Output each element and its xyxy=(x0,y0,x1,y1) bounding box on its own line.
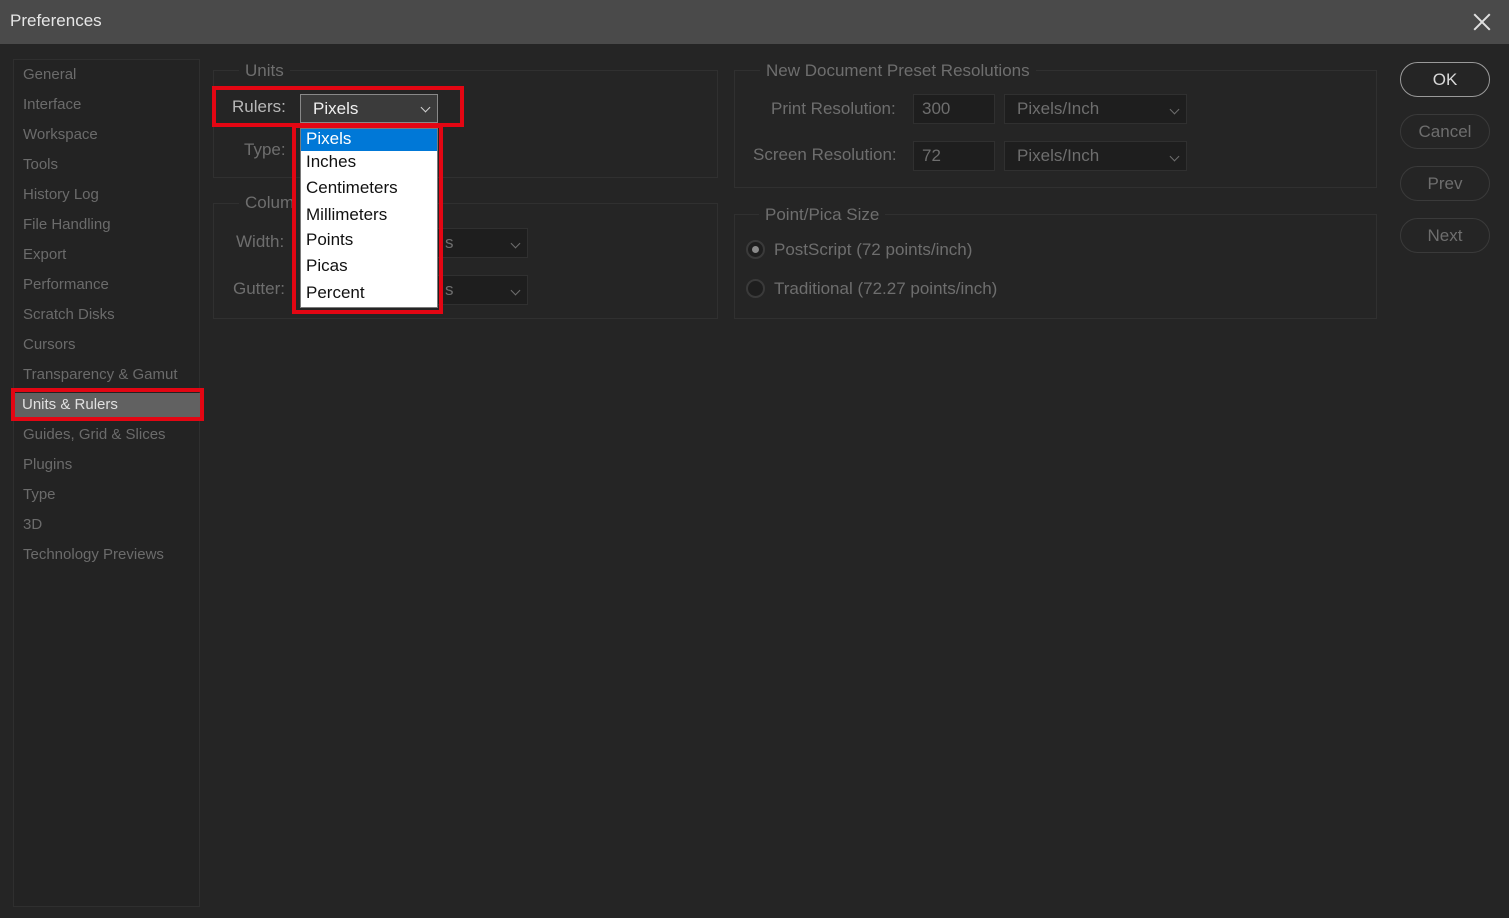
option-millimeters[interactable]: Millimeters xyxy=(301,205,437,227)
gutter-unit-value: s xyxy=(445,280,454,299)
sidebar-item-cursors[interactable]: Cursors xyxy=(22,333,202,357)
screen-resolution-unit-value: Pixels/Inch xyxy=(1017,146,1100,165)
ok-button[interactable]: OK xyxy=(1400,62,1490,97)
option-points[interactable]: Points xyxy=(301,230,437,252)
units-group xyxy=(213,70,718,178)
resolutions-legend: New Document Preset Resolutions xyxy=(760,61,1036,81)
postscript-radio[interactable] xyxy=(746,240,765,259)
postscript-label[interactable]: PostScript (72 points/inch) xyxy=(774,240,972,260)
pica-group xyxy=(734,214,1377,319)
sidebar-item-scratch-disks[interactable]: Scratch Disks xyxy=(22,303,202,327)
print-resolution-unit-select[interactable]: Pixels/Inch xyxy=(1004,94,1187,124)
sidebar-item-general[interactable]: General xyxy=(22,63,202,87)
sidebar-item-history-log[interactable]: History Log xyxy=(22,183,202,207)
traditional-label[interactable]: Traditional (72.27 points/inch) xyxy=(774,279,997,299)
sidebar-item-units-rulers[interactable]: Units & Rulers xyxy=(14,393,204,417)
print-resolution-unit-value: Pixels/Inch xyxy=(1017,99,1100,118)
chevron-down-icon xyxy=(510,238,521,249)
width-label: Width: xyxy=(236,232,285,251)
rulers-label: Rulers: xyxy=(232,97,286,116)
next-button[interactable]: Next xyxy=(1400,218,1490,253)
width-unit-value: s xyxy=(445,233,454,252)
sidebar-item-file-handling[interactable]: File Handling xyxy=(22,213,202,237)
chevron-down-icon xyxy=(1169,104,1180,115)
sidebar-item-performance[interactable]: Performance xyxy=(22,273,202,297)
close-icon[interactable] xyxy=(1468,8,1496,36)
type-label: Type: xyxy=(244,140,286,159)
title-bar: Preferences xyxy=(0,0,1509,44)
pica-legend: Point/Pica Size xyxy=(759,205,886,225)
sidebar: General Interface Workspace Tools Histor… xyxy=(13,59,204,907)
sidebar-item-export[interactable]: Export xyxy=(22,243,202,267)
chevron-down-icon xyxy=(420,102,431,113)
rulers-dropdown-list: Pixels Inches Centimeters Millimeters Po… xyxy=(300,128,438,308)
sidebar-item-plugins[interactable]: Plugins xyxy=(22,453,202,477)
print-resolution-input[interactable]: 300 xyxy=(913,94,995,124)
gutter-label: Gutter: xyxy=(233,279,285,298)
columns-legend: Colum xyxy=(239,193,301,213)
sidebar-item-type[interactable]: Type xyxy=(22,483,202,507)
chevron-down-icon xyxy=(510,285,521,296)
option-percent[interactable]: Percent xyxy=(301,283,437,305)
sidebar-item-3d[interactable]: 3D xyxy=(22,513,202,537)
screen-resolution-input[interactable]: 72 xyxy=(913,141,995,171)
sidebar-item-workspace[interactable]: Workspace xyxy=(22,123,202,147)
sidebar-item-guides-grid-slices[interactable]: Guides, Grid & Slices xyxy=(22,423,202,447)
gutter-unit-select[interactable]: s xyxy=(436,275,528,305)
traditional-radio[interactable] xyxy=(746,279,765,298)
option-inches[interactable]: Inches xyxy=(301,152,437,174)
chevron-down-icon xyxy=(1169,151,1180,162)
rulers-select[interactable]: Pixels xyxy=(300,94,438,123)
option-centimeters[interactable]: Centimeters xyxy=(301,178,437,200)
option-pixels[interactable]: Pixels xyxy=(301,129,437,151)
cancel-button[interactable]: Cancel xyxy=(1400,114,1490,149)
screen-resolution-unit-select[interactable]: Pixels/Inch xyxy=(1004,141,1187,171)
sidebar-item-transparency-gamut[interactable]: Transparency & Gamut xyxy=(22,363,202,387)
rulers-select-value: Pixels xyxy=(313,99,359,118)
sidebar-item-technology-previews[interactable]: Technology Previews xyxy=(22,543,202,567)
units-legend: Units xyxy=(239,61,290,81)
screen-resolution-label: Screen Resolution: xyxy=(753,145,897,164)
width-unit-select[interactable]: s xyxy=(436,228,528,258)
window-title: Preferences xyxy=(10,11,102,30)
sidebar-item-interface[interactable]: Interface xyxy=(22,93,202,117)
print-resolution-label: Print Resolution: xyxy=(771,99,896,118)
sidebar-item-tools[interactable]: Tools xyxy=(22,153,202,177)
prev-button[interactable]: Prev xyxy=(1400,166,1490,201)
option-picas[interactable]: Picas xyxy=(301,256,437,278)
